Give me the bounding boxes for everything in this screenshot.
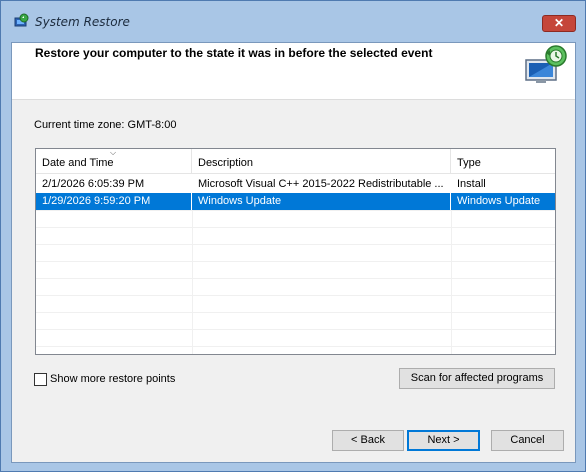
row-description: Windows Update xyxy=(192,193,451,210)
grid-line xyxy=(36,312,555,313)
scan-affected-programs-button[interactable]: Scan for affected programs xyxy=(399,368,555,389)
table-row[interactable]: 2/1/2026 6:05:39 PM Microsoft Visual C++… xyxy=(36,176,555,193)
close-button[interactable]: ✕ xyxy=(542,15,576,32)
list-header: ⌵ Date and Time Description Type xyxy=(36,149,555,174)
title-bar[interactable]: System Restore ✕ xyxy=(1,1,585,43)
row-description: Microsoft Visual C++ 2015-2022 Redistrib… xyxy=(198,178,444,190)
grid-line xyxy=(36,244,555,245)
system-restore-icon xyxy=(14,13,29,27)
restore-points-list[interactable]: ⌵ Date and Time Description Type 2/1/202… xyxy=(35,148,556,355)
sort-arrow-icon: ⌵ xyxy=(110,148,117,157)
cancel-button[interactable]: Cancel xyxy=(491,430,564,451)
column-header-date[interactable]: ⌵ Date and Time xyxy=(36,149,192,174)
grid-line xyxy=(36,227,555,228)
grid-line xyxy=(36,329,555,330)
system-restore-monitor-icon xyxy=(525,45,567,83)
grid-line xyxy=(36,278,555,279)
next-button[interactable]: Next > xyxy=(407,430,480,451)
system-restore-window: System Restore ✕ Restore your computer t… xyxy=(0,0,586,472)
grid-line xyxy=(451,210,452,354)
dialog-header: Restore your computer to the state it wa… xyxy=(12,43,575,100)
grid-line xyxy=(36,295,555,296)
column-header-type[interactable]: Type xyxy=(451,149,555,174)
table-row-selected[interactable]: 1/29/2026 9:59:20 PM Windows Update Wind… xyxy=(36,193,555,210)
row-date: 1/29/2026 9:59:20 PM xyxy=(36,193,192,210)
dialog-client-area: Restore your computer to the state it wa… xyxy=(11,42,576,463)
header-title: Restore your computer to the state it wa… xyxy=(35,46,433,60)
row-type: Windows Update xyxy=(451,193,555,210)
column-header-description[interactable]: Description xyxy=(192,149,451,174)
back-button[interactable]: < Back xyxy=(332,430,404,451)
show-more-checkbox[interactable] xyxy=(34,373,47,386)
row-date: 2/1/2026 6:05:39 PM xyxy=(42,178,145,190)
grid-line xyxy=(36,346,555,347)
row-type: Install xyxy=(457,178,486,190)
window-title: System Restore xyxy=(35,15,130,29)
grid-line xyxy=(36,210,555,211)
grid-line xyxy=(192,210,193,354)
grid-line xyxy=(36,261,555,262)
show-more-label[interactable]: Show more restore points xyxy=(50,373,175,385)
timezone-label: Current time zone: GMT-8:00 xyxy=(34,119,177,131)
